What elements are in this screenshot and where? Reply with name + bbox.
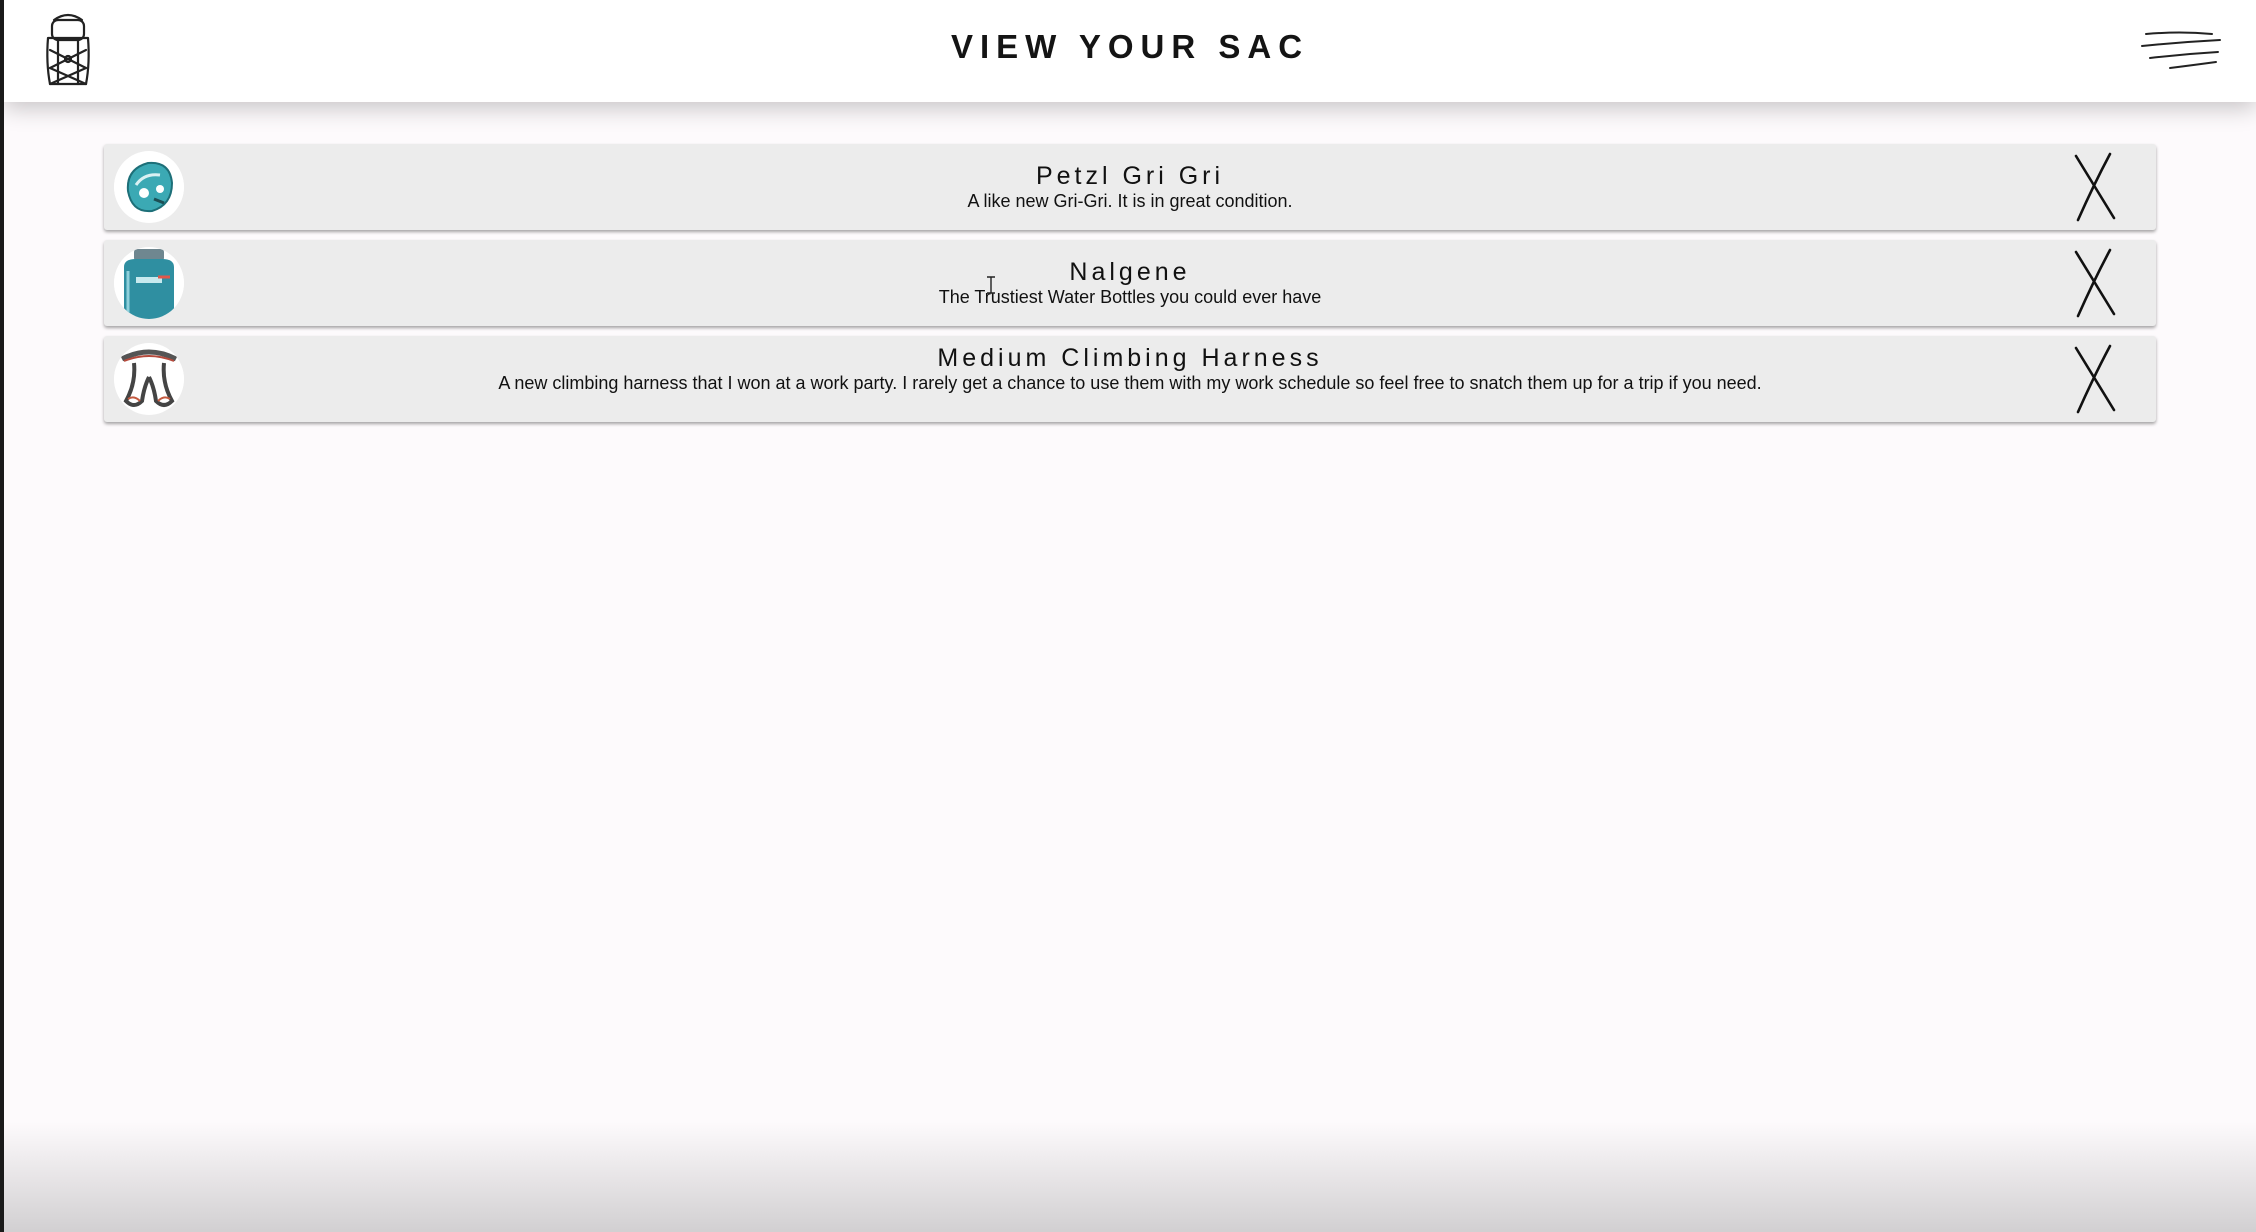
top-header: VIEW YOUR SAC xyxy=(4,0,2256,102)
item-description: A like new Gri-Gri. It is in great condi… xyxy=(967,191,1293,211)
item-description: A new climbing harness that I won at a w… xyxy=(498,373,1762,393)
item-name: Medium Climbing Harness xyxy=(937,344,1323,372)
item-name: Petzl Gri Gri xyxy=(1035,162,1225,190)
list-item: Nalgene The Trustiest Water Bottles you … xyxy=(104,240,2156,326)
x-remove-icon[interactable] xyxy=(2070,344,2120,414)
window-edge xyxy=(0,0,4,1232)
text-cursor-icon xyxy=(986,276,996,294)
list-item: Petzl Gri Gri A like new Gri-Gri. It is … xyxy=(104,144,2156,230)
sac-item-list: Petzl Gri Gri A like new Gri-Gri. It is … xyxy=(104,144,2156,432)
item-description: The Trustiest Water Bottles you could ev… xyxy=(938,287,1322,307)
page-title: VIEW YOUR SAC xyxy=(950,28,1310,65)
item-text: Petzl Gri Gri A like new Gri-Gri. It is … xyxy=(484,162,1776,213)
x-remove-icon[interactable] xyxy=(2070,152,2120,222)
climbing-harness-image xyxy=(114,343,184,415)
hamburger-menu-icon[interactable] xyxy=(2140,26,2222,74)
gri-gri-belay-device-image xyxy=(114,151,184,223)
x-remove-icon[interactable] xyxy=(2070,248,2120,318)
item-name: Nalgene xyxy=(1069,258,1191,286)
item-text: Medium Climbing Harness A new climbing h… xyxy=(484,344,1776,395)
water-bottle-image xyxy=(114,247,184,319)
bottom-shade xyxy=(0,1122,2256,1232)
list-item: Medium Climbing Harness A new climbing h… xyxy=(104,336,2156,422)
item-text: Nalgene The Trustiest Water Bottles you … xyxy=(484,258,1776,309)
